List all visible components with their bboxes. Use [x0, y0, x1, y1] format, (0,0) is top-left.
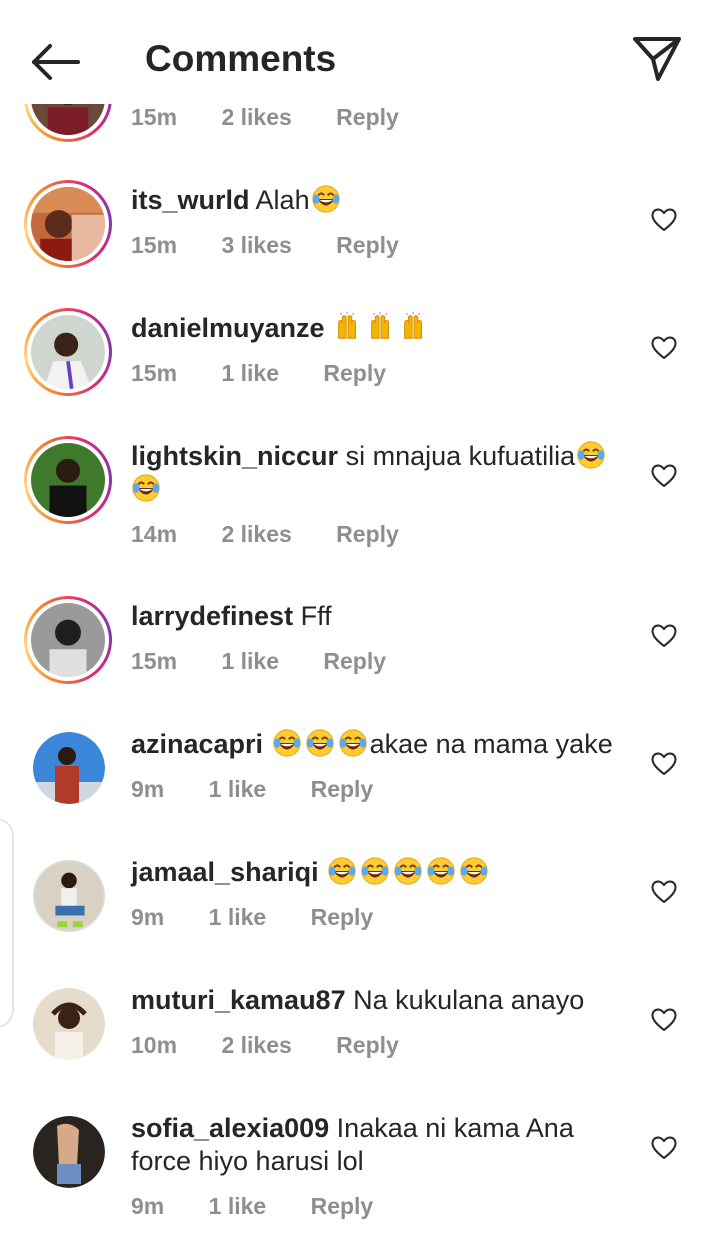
avatar[interactable] [24, 180, 112, 268]
laugh-emoji-icon [272, 728, 302, 758]
comment-meta: 15m 1 like Reply [131, 648, 386, 675]
comment-likes[interactable]: 1 like [209, 1193, 267, 1220]
avatar[interactable] [24, 308, 112, 396]
laugh-emoji-icon [305, 728, 335, 758]
reply-button[interactable]: Reply [336, 104, 399, 131]
reply-button[interactable]: Reply [323, 360, 386, 387]
comment-time: 9m [131, 904, 165, 930]
like-heart-icon[interactable] [651, 464, 677, 488]
laugh-emoji-icon [360, 856, 390, 886]
comment-likes[interactable]: 2 likes [221, 1032, 291, 1059]
comment-text: its_wurld Alah [131, 184, 631, 217]
comment-meta: 10m 2 likes Reply [131, 1032, 399, 1059]
comment-username[interactable]: jamaal_shariqi [131, 857, 319, 887]
comment-username[interactable]: danielmuyanze [131, 313, 325, 343]
comment-body: Inakaa ni kama Ana [336, 1113, 574, 1143]
comment-meta: 15m 2 likes Reply [131, 104, 399, 131]
comment-list: 15m 2 likes Reply its_wurld Alah 15m 3 l… [0, 0, 720, 1240]
comment-likes[interactable]: 3 likes [221, 232, 291, 259]
comment-time: 15m [131, 648, 178, 674]
paper-plane-icon[interactable] [632, 36, 682, 82]
raising-hands-emoji-icon [333, 312, 363, 342]
avatar[interactable] [33, 1116, 105, 1188]
laugh-emoji-icon [576, 440, 606, 470]
comment-likes[interactable]: 1 like [221, 648, 279, 675]
laugh-emoji-icon [311, 184, 341, 214]
comment-text: muturi_kamau87 Na kukulana anayo [131, 984, 631, 1017]
comment-likes[interactable]: 2 likes [221, 104, 291, 131]
laugh-emoji-icon [327, 856, 357, 886]
comment-username[interactable]: muturi_kamau87 [131, 985, 346, 1015]
comment-meta: 15m 3 likes Reply [131, 232, 399, 259]
comment-username[interactable]: its_wurld [131, 185, 250, 215]
reply-button[interactable]: Reply [311, 1193, 374, 1220]
reply-button[interactable]: Reply [336, 521, 399, 548]
avatar[interactable] [24, 596, 112, 684]
comment-text: lightskin_niccur si mnajua kufuatilia [131, 440, 631, 506]
like-heart-icon[interactable] [651, 880, 677, 904]
comment-meta: 15m 1 like Reply [131, 360, 386, 387]
comment-meta: 14m 2 likes Reply [131, 521, 399, 548]
raising-hands-emoji-icon [366, 312, 396, 342]
comment-username[interactable]: lightskin_niccur [131, 441, 338, 471]
comment-text: jamaal_shariqi [131, 856, 631, 889]
comment-meta: 9m 1 like Reply [131, 1193, 373, 1220]
comment-time: 15m [131, 360, 178, 386]
laugh-emoji-icon [393, 856, 423, 886]
comment-likes[interactable]: 1 like [221, 360, 279, 387]
comment-text: sofia_alexia009 Inakaa ni kama Ana force… [131, 1112, 631, 1178]
like-heart-icon[interactable] [651, 624, 677, 648]
comment-time: 15m [131, 104, 178, 130]
laugh-emoji-icon [426, 856, 456, 886]
comment-time: 9m [131, 776, 165, 802]
reply-button[interactable]: Reply [323, 648, 386, 675]
laugh-emoji-icon [131, 473, 161, 503]
like-heart-icon[interactable] [651, 208, 677, 232]
arrow-left-icon[interactable] [30, 40, 82, 84]
comment-body: Fff [300, 601, 332, 631]
comment-body: Na kukulana anayo [353, 985, 585, 1015]
laugh-emoji-icon [338, 728, 368, 758]
reply-button[interactable]: Reply [311, 776, 374, 803]
comment-body: akae na mama yake [369, 729, 613, 759]
reply-button[interactable]: Reply [336, 232, 399, 259]
comment-text: azinacapri akae na mama yake [131, 728, 631, 761]
laugh-emoji-icon [459, 856, 489, 886]
like-heart-icon[interactable] [651, 752, 677, 776]
comment-likes[interactable]: 2 likes [221, 521, 291, 548]
avatar[interactable] [33, 860, 105, 932]
comment-meta: 9m 1 like Reply [131, 904, 373, 931]
comment-time: 10m [131, 1032, 178, 1058]
avatar[interactable] [24, 436, 112, 524]
comment-username[interactable]: azinacapri [131, 729, 263, 759]
comment-time: 9m [131, 1193, 165, 1219]
avatar[interactable] [33, 732, 105, 804]
comment-body: si mnajua kufuatilia [345, 441, 576, 471]
comment-body: force hiyo harusi lol [131, 1146, 364, 1176]
comment-likes[interactable]: 1 like [209, 904, 267, 931]
like-heart-icon[interactable] [651, 336, 677, 360]
like-heart-icon[interactable] [651, 1008, 677, 1032]
reply-button[interactable]: Reply [311, 904, 374, 931]
comment-username[interactable]: sofia_alexia009 [131, 1113, 329, 1143]
like-heart-icon[interactable] [651, 1136, 677, 1160]
reply-button[interactable]: Reply [336, 1032, 399, 1059]
comment-body: Alah [255, 185, 310, 215]
comment-username[interactable]: larrydefinest [131, 601, 293, 631]
comment-time: 15m [131, 232, 178, 258]
comment-time: 14m [131, 521, 178, 547]
comment-text: larrydefinest Fff [131, 600, 631, 633]
avatar[interactable] [33, 988, 105, 1060]
raising-hands-emoji-icon [399, 312, 429, 342]
top-bar: Comments [0, 0, 720, 104]
comment-text: danielmuyanze [131, 312, 631, 345]
page-title: Comments [145, 38, 337, 79]
comment-likes[interactable]: 1 like [209, 776, 267, 803]
comment-meta: 9m 1 like Reply [131, 776, 373, 803]
